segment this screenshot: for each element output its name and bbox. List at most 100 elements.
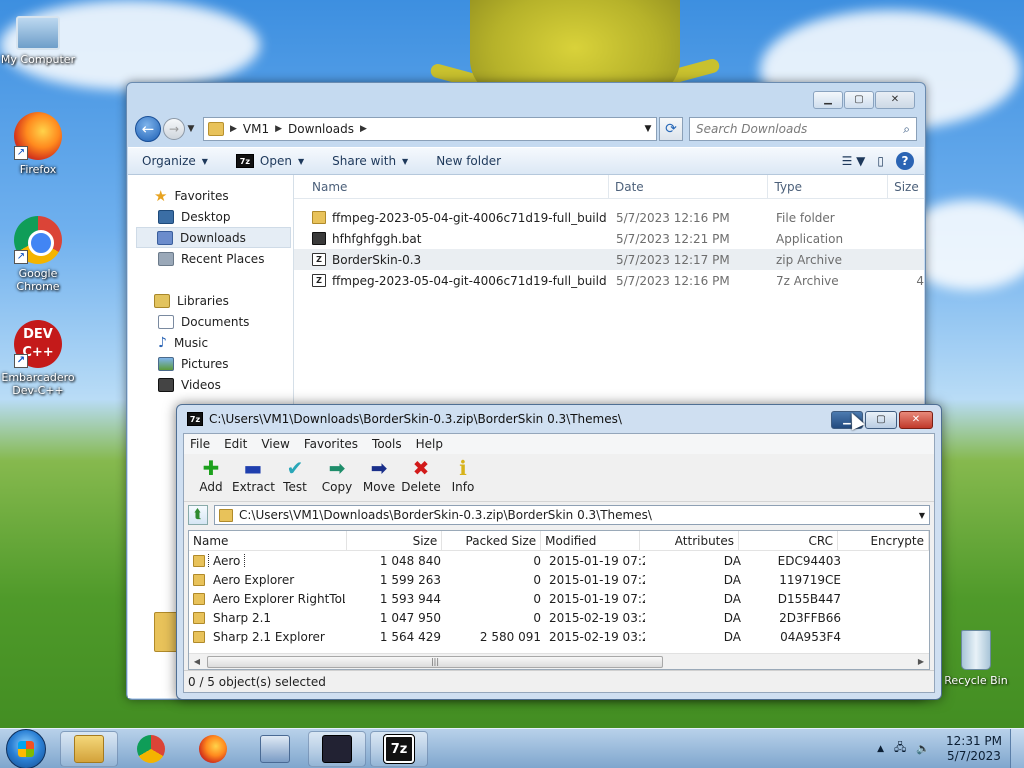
chevron-right-icon[interactable]: ▶ (275, 124, 282, 134)
copy-button[interactable]: ➡ Copy (316, 456, 358, 494)
column-header-attributes[interactable]: Attributes (640, 531, 740, 551)
delete-button[interactable]: ✖ Delete (400, 456, 442, 494)
scrollbar-thumb[interactable]: ||| (207, 655, 663, 668)
taskbar-terminal[interactable] (308, 730, 366, 767)
7zip-icon: 7z (235, 154, 254, 168)
show-hidden-icons-icon[interactable]: ▲ (877, 744, 884, 754)
folder-icon (208, 122, 224, 136)
desktop-icon-recycle-bin[interactable]: Recycle Bin (944, 630, 1008, 687)
path-combobox[interactable]: C:\Users\VM1\Downloads\BorderSkin-0.3.zi… (214, 505, 930, 525)
nav-music[interactable]: ♪ Music (128, 332, 293, 353)
nav-videos[interactable]: Videos (128, 374, 293, 395)
start-button[interactable] (6, 728, 46, 768)
column-header-name[interactable]: Name (294, 174, 609, 199)
menu-file[interactable]: File (190, 437, 210, 451)
file-row[interactable]: ffmpeg-2023-05-04-git-4006c71d19-full_bu… (294, 207, 924, 228)
network-icon[interactable]: 🖧 (894, 739, 906, 758)
menu-favorites[interactable]: Favorites (304, 437, 358, 451)
desktop-icon-google-chrome[interactable]: ↗ Google Chrome (0, 216, 78, 293)
scroll-left-icon[interactable]: ◀ (189, 657, 205, 666)
taskbar-explorer[interactable] (60, 730, 118, 767)
horizontal-scrollbar[interactable]: ◀ ||| ▶ (189, 653, 929, 669)
add-button[interactable]: ✚ Add (190, 456, 232, 494)
archive-row[interactable]: Aero Explorer RightToLeft 1 593 944 0 20… (189, 589, 929, 608)
move-button[interactable]: ➡ Move (358, 456, 400, 494)
close-button[interactable]: ✕ (875, 91, 915, 109)
file-row[interactable]: Zffmpeg-2023-05-04-git-4006c71d19-full_b… (294, 270, 924, 291)
back-button[interactable]: ← (135, 116, 161, 142)
chevron-down-icon[interactable]: ▼ (919, 511, 925, 520)
7zip-window[interactable]: 7z C:\Users\VM1\Downloads\BorderSkin-0.3… (176, 404, 942, 700)
search-icon[interactable]: ⌕ (903, 122, 910, 137)
chevron-right-icon[interactable]: ▶ (230, 124, 237, 134)
taskbar-firefox[interactable] (184, 731, 242, 767)
nav-libraries[interactable]: Libraries (128, 290, 293, 311)
column-header-size[interactable]: Size (347, 531, 443, 551)
view-options-icon[interactable]: ☰ ▼ (842, 154, 866, 168)
share-with-button[interactable]: Share with ▼ (332, 154, 408, 168)
column-header-size[interactable]: Size (888, 175, 924, 199)
forward-button[interactable]: → (163, 118, 185, 140)
recent-pages-dropdown[interactable]: ▼ (185, 124, 197, 134)
chevron-right-icon[interactable]: ▶ (360, 124, 367, 134)
desktop-icon-firefox[interactable]: ↗ Firefox (0, 112, 78, 176)
nav-documents[interactable]: Documents (128, 311, 293, 332)
extract-button[interactable]: ▬ Extract (232, 456, 275, 494)
file-row[interactable]: Z BorderSkin-0.3 5/7/2023 12:17 PM zip Ar… (294, 249, 924, 270)
column-header-modified[interactable]: Modified (541, 531, 641, 551)
desktop-icon-dev-cpp[interactable]: DEV C++ ↗ Embarcadero Dev-C++ (0, 320, 78, 397)
clock-time: 12:31 PM (946, 733, 1002, 748)
maximize-button[interactable]: ▢ (844, 91, 874, 109)
breadcrumb-downloads[interactable]: Downloads (288, 122, 354, 136)
nav-pictures[interactable]: Pictures (128, 353, 293, 374)
clock[interactable]: 12:31 PM 5/7/2023 (946, 734, 1002, 764)
show-desktop-button[interactable] (1010, 728, 1024, 768)
up-folder-button[interactable]: ⮬ (188, 505, 208, 525)
organize-button[interactable]: Organize ▼ (142, 154, 208, 168)
nav-recent-places[interactable]: Recent Places (128, 248, 293, 269)
minimize-button[interactable]: ▁ (813, 91, 843, 109)
archive-row[interactable]: Aero 1 048 840 0 2015-01-19 07:22 DA EDC… (189, 551, 929, 570)
column-header-crc[interactable]: CRC (739, 531, 838, 551)
search-input[interactable]: Search Downloads ⌕ (689, 117, 917, 141)
taskbar-chrome[interactable] (122, 731, 180, 767)
desktop-icon-my-computer[interactable]: My Computer (0, 8, 78, 66)
maximize-button[interactable]: ▢ (865, 411, 897, 429)
nav-desktop[interactable]: Desktop (128, 206, 293, 227)
menu-help[interactable]: Help (416, 437, 443, 451)
archive-row[interactable]: Aero Explorer 1 599 263 0 2015-01-19 07:… (189, 570, 929, 589)
taskbar-7zip[interactable]: 7z (370, 730, 428, 767)
column-header-packed-size[interactable]: Packed Size (442, 531, 542, 551)
address-dropdown-icon[interactable]: ▼ (640, 124, 656, 134)
menu-edit[interactable]: Edit (224, 437, 247, 451)
row-name: Sharp 2.1 (213, 610, 272, 625)
menu-view[interactable]: View (261, 437, 289, 451)
taskbar-control-panel[interactable] (246, 731, 304, 767)
preview-pane-icon[interactable]: ▯ (877, 154, 884, 168)
archive-file-list[interactable]: Name Size Packed Size Modified Attribute… (188, 530, 930, 670)
info-button[interactable]: ℹ Info (442, 456, 484, 494)
tool-label: Test (283, 480, 307, 494)
file-row[interactable]: hfhfghfggh.bat 5/7/2023 12:21 PM Applica… (294, 228, 924, 249)
column-header-name[interactable]: Name (189, 531, 348, 551)
nav-downloads[interactable]: Downloads (136, 227, 291, 248)
help-icon[interactable]: ? (896, 152, 914, 170)
refresh-button[interactable]: ⟳ (659, 117, 683, 141)
archive-row[interactable]: Sharp 2.1 1 047 950 0 2015-02-19 03:27 D… (189, 608, 929, 627)
column-header-encrypted[interactable]: Encrypte (838, 531, 929, 551)
nav-favorites[interactable]: ★ Favorites (128, 185, 293, 206)
test-button[interactable]: ✔ Test (274, 456, 316, 494)
new-folder-button[interactable]: New folder (436, 154, 501, 168)
open-button[interactable]: 7z Open ▼ (235, 154, 304, 168)
breadcrumb-vm1[interactable]: VM1 (243, 122, 269, 136)
7zip-title-bar[interactable]: 7z C:\Users\VM1\Downloads\BorderSkin-0.3… (177, 405, 941, 433)
column-header-type[interactable]: Type (768, 174, 889, 199)
menu-tools[interactable]: Tools (372, 437, 402, 451)
close-button[interactable]: ✕ (899, 411, 933, 429)
volume-icon[interactable]: 🔈 (916, 742, 930, 755)
batch-file-icon (312, 232, 326, 245)
scroll-right-icon[interactable]: ▶ (913, 657, 929, 666)
address-bar[interactable]: ▶ VM1 ▶ Downloads ▶ ▼ (203, 117, 657, 141)
archive-row[interactable]: Sharp 2.1 Explorer 1 564 429 2 580 091 2… (189, 627, 929, 646)
column-header-date[interactable]: Date (609, 174, 769, 199)
